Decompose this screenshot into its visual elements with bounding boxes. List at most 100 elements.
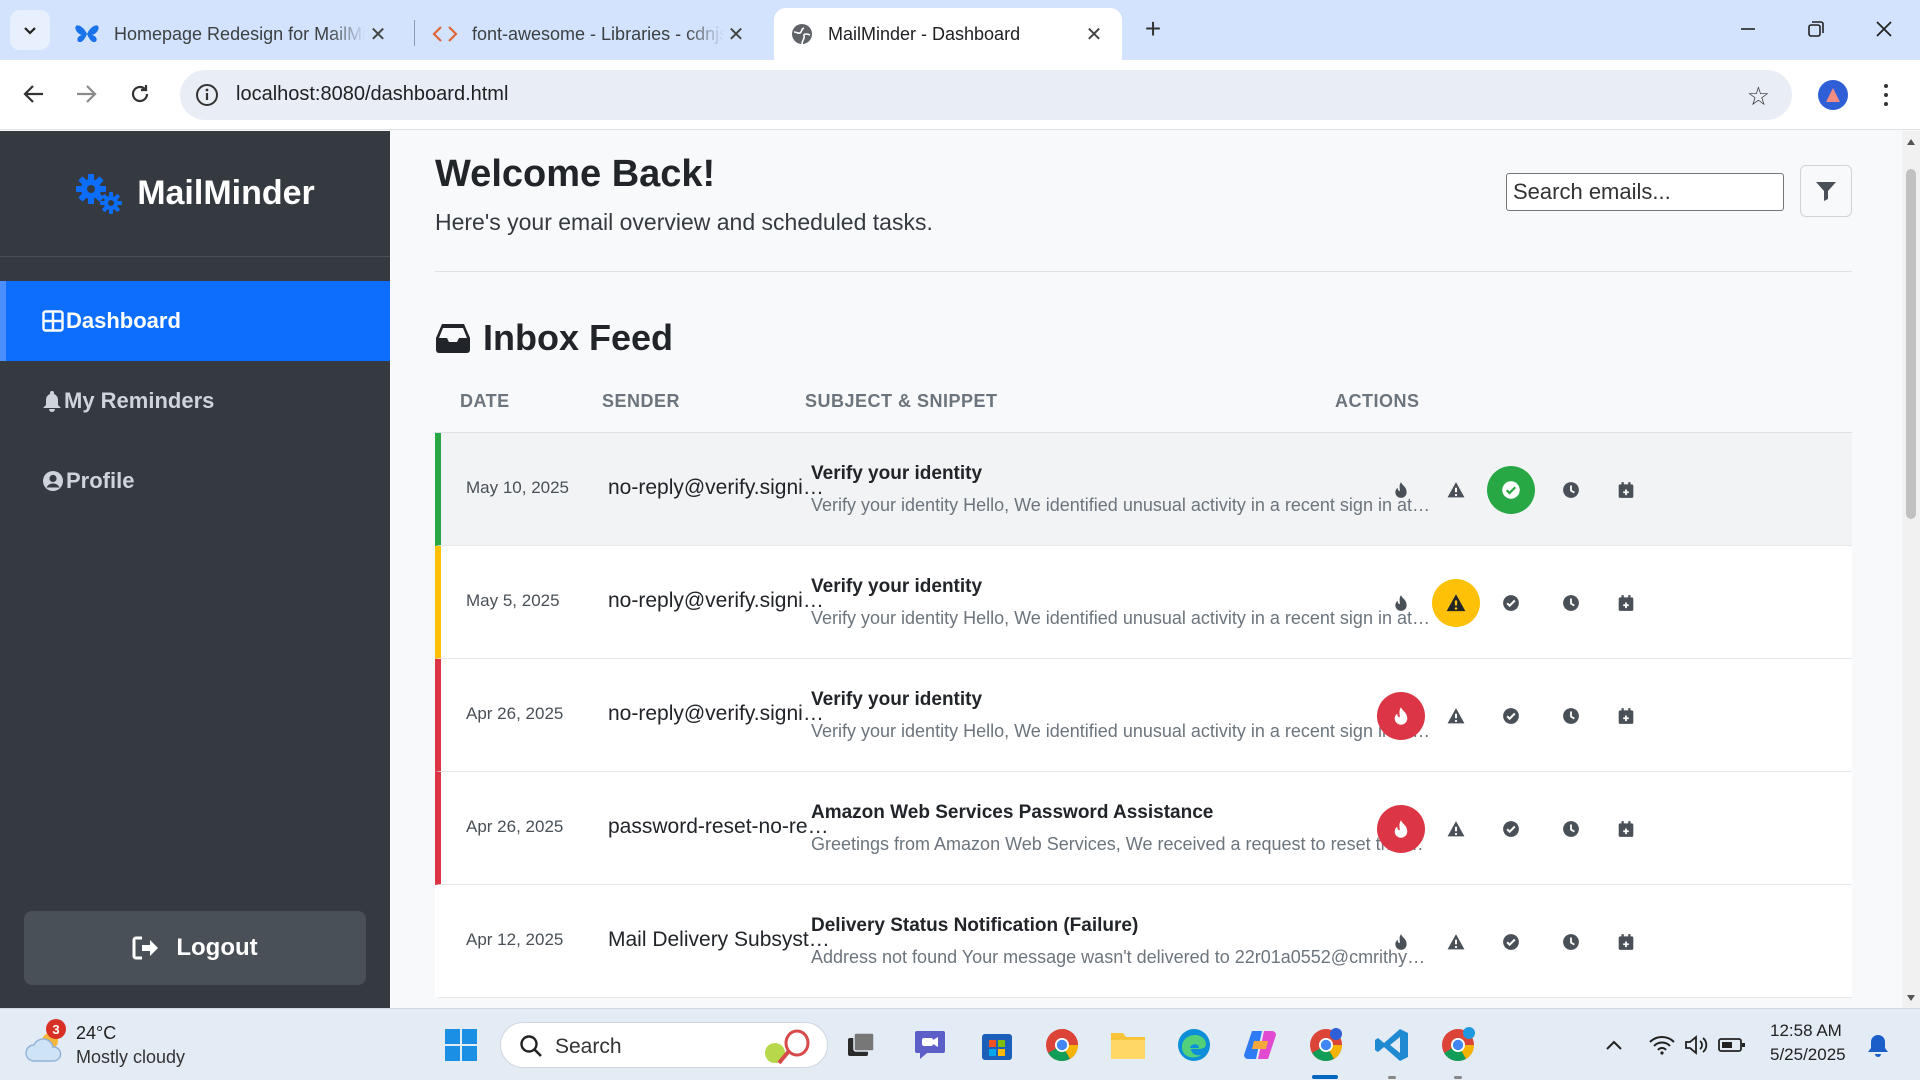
flag-urgent-button[interactable]: [1377, 692, 1425, 740]
search-input[interactable]: [1506, 173, 1784, 211]
mark-done-button[interactable]: [1487, 692, 1535, 740]
file-explorer-app[interactable]: [1108, 1025, 1148, 1065]
row-date: May 5, 2025: [466, 591, 560, 610]
logout-button[interactable]: Logout: [24, 911, 366, 985]
restore-button[interactable]: [1788, 8, 1844, 50]
chrome-icon: [1046, 1029, 1078, 1062]
vscode-app[interactable]: [1372, 1025, 1412, 1065]
profile-icon: [1826, 88, 1840, 102]
address-bar[interactable]: localhost:8080/dashboard.html ☆: [180, 70, 1792, 120]
fire-icon: [1395, 482, 1407, 498]
clock-date[interactable]: 5/25/2025: [1770, 1045, 1846, 1065]
volume-status[interactable]: [1676, 1025, 1716, 1065]
clock-icon: [1563, 708, 1579, 724]
close-icon[interactable]: ✕: [724, 22, 748, 46]
edge-app[interactable]: [1174, 1025, 1214, 1065]
copilot-app[interactable]: [1240, 1025, 1280, 1065]
warning-icon: [1447, 934, 1465, 950]
browser-menu-button[interactable]: [1874, 80, 1898, 110]
filter-button[interactable]: [1800, 165, 1852, 217]
sidebar-item-dashboard[interactable]: Dashboard: [0, 281, 390, 361]
schedule-button[interactable]: [1602, 918, 1650, 966]
chrome-app[interactable]: [1042, 1025, 1082, 1065]
row-actions: [1341, 659, 1851, 771]
forward-button[interactable]: [66, 74, 106, 114]
task-view-app[interactable]: [842, 1025, 882, 1065]
schedule-button[interactable]: [1602, 466, 1650, 514]
scroll-thumb[interactable]: [1906, 169, 1916, 519]
close-icon[interactable]: ✕: [366, 22, 390, 46]
chat-app[interactable]: [910, 1025, 950, 1065]
chrome-secondary-app[interactable]: [1438, 1025, 1478, 1065]
table-row[interactable]: Apr 12, 2025 Mail Delivery Subsystem Deliv…: [435, 885, 1852, 998]
tab-homepage-redesign[interactable]: Homepage Redesign for MailMinder ✕: [58, 8, 406, 60]
row-subject: Verify your identity: [811, 576, 983, 597]
bookmark-star-icon[interactable]: ☆: [1747, 81, 1770, 112]
edge-icon: [1178, 1029, 1210, 1061]
row-sender: Mail Delivery Subsystem: [608, 928, 830, 951]
schedule-button[interactable]: [1602, 805, 1650, 853]
scroll-down-icon: [1907, 995, 1915, 1001]
flag-warning-button[interactable]: [1432, 805, 1480, 853]
windows-icon: [445, 1029, 477, 1061]
taskbar-search[interactable]: Search: [500, 1022, 828, 1068]
tab-font-awesome[interactable]: font-awesome - Libraries - cdnjs ✕: [416, 8, 764, 60]
sign-out-icon: [132, 936, 159, 960]
calendar-plus-icon: [1618, 482, 1634, 498]
snooze-button[interactable]: [1547, 579, 1595, 627]
table-row[interactable]: Apr 26, 2025 password-reset-no-reply@awsA…: [435, 772, 1852, 885]
row-subject: Verify your identity: [811, 463, 983, 484]
calendar-plus-icon: [1618, 934, 1634, 950]
check-circle-icon: [1502, 481, 1520, 499]
battery-status[interactable]: [1712, 1025, 1752, 1065]
flag-urgent-button[interactable]: [1377, 918, 1425, 966]
table-row[interactable]: May 10, 2025 no-reply@verify.signin.awsVe…: [435, 433, 1852, 546]
row-actions: [1341, 433, 1851, 545]
sidebar-item-profile[interactable]: Profile: [0, 441, 390, 521]
tab-mailminder-dashboard[interactable]: MailMinder - Dashboard ✕: [774, 8, 1122, 60]
flag-warning-button[interactable]: [1432, 918, 1480, 966]
snooze-button[interactable]: [1547, 692, 1595, 740]
tennis-icon: [765, 1029, 810, 1065]
flag-urgent-button[interactable]: [1377, 805, 1425, 853]
flag-warning-button[interactable]: [1432, 692, 1480, 740]
snooze-button[interactable]: [1547, 466, 1595, 514]
flag-urgent-button[interactable]: [1377, 466, 1425, 514]
wifi-icon: [1649, 1036, 1675, 1055]
flag-warning-button[interactable]: [1432, 466, 1480, 514]
flag-urgent-button[interactable]: [1377, 579, 1425, 627]
store-app[interactable]: [977, 1025, 1017, 1065]
table-row[interactable]: Apr 26, 2025 no-reply@verify.signin.awsVe…: [435, 659, 1852, 772]
back-button[interactable]: [14, 74, 54, 114]
clock-time[interactable]: 12:58 AM: [1770, 1021, 1842, 1041]
gears-icon: [76, 173, 123, 214]
start-button[interactable]: [441, 1025, 481, 1065]
mark-done-button[interactable]: [1487, 466, 1535, 514]
mark-done-button[interactable]: [1487, 805, 1535, 853]
snooze-button[interactable]: [1547, 805, 1595, 853]
mark-done-button[interactable]: [1487, 918, 1535, 966]
schedule-button[interactable]: [1602, 692, 1650, 740]
tab-search-button[interactable]: [10, 10, 50, 50]
minimize-button[interactable]: [1720, 8, 1776, 50]
snooze-button[interactable]: [1547, 918, 1595, 966]
flag-warning-button[interactable]: [1432, 579, 1480, 627]
info-icon[interactable]: [194, 82, 220, 108]
sidebar-item-label: Dashboard: [66, 308, 181, 333]
reload-button[interactable]: [120, 74, 160, 114]
profile-avatar[interactable]: [1818, 80, 1848, 110]
sidebar-item-my-reminders[interactable]: My Reminders: [0, 361, 390, 441]
notifications-button[interactable]: [1858, 1025, 1898, 1065]
weather-widget[interactable]: 3 24°C Mostly cloudy: [24, 1019, 224, 1071]
close-icon[interactable]: ✕: [1082, 22, 1106, 46]
task-view-icon: [848, 1032, 875, 1056]
tray-overflow-button[interactable]: [1594, 1025, 1634, 1065]
table-row[interactable]: May 5, 2025 no-reply@verify.signin.awsVer…: [435, 546, 1852, 659]
close-window-button[interactable]: [1856, 8, 1912, 50]
mark-done-button[interactable]: [1487, 579, 1535, 627]
page-scrollbar[interactable]: [1902, 131, 1920, 1008]
inbox-title-text: Inbox Feed: [483, 317, 674, 358]
chrome-profile-app[interactable]: [1306, 1025, 1346, 1065]
schedule-button[interactable]: [1602, 579, 1650, 627]
new-tab-button[interactable]: +: [1136, 12, 1170, 46]
